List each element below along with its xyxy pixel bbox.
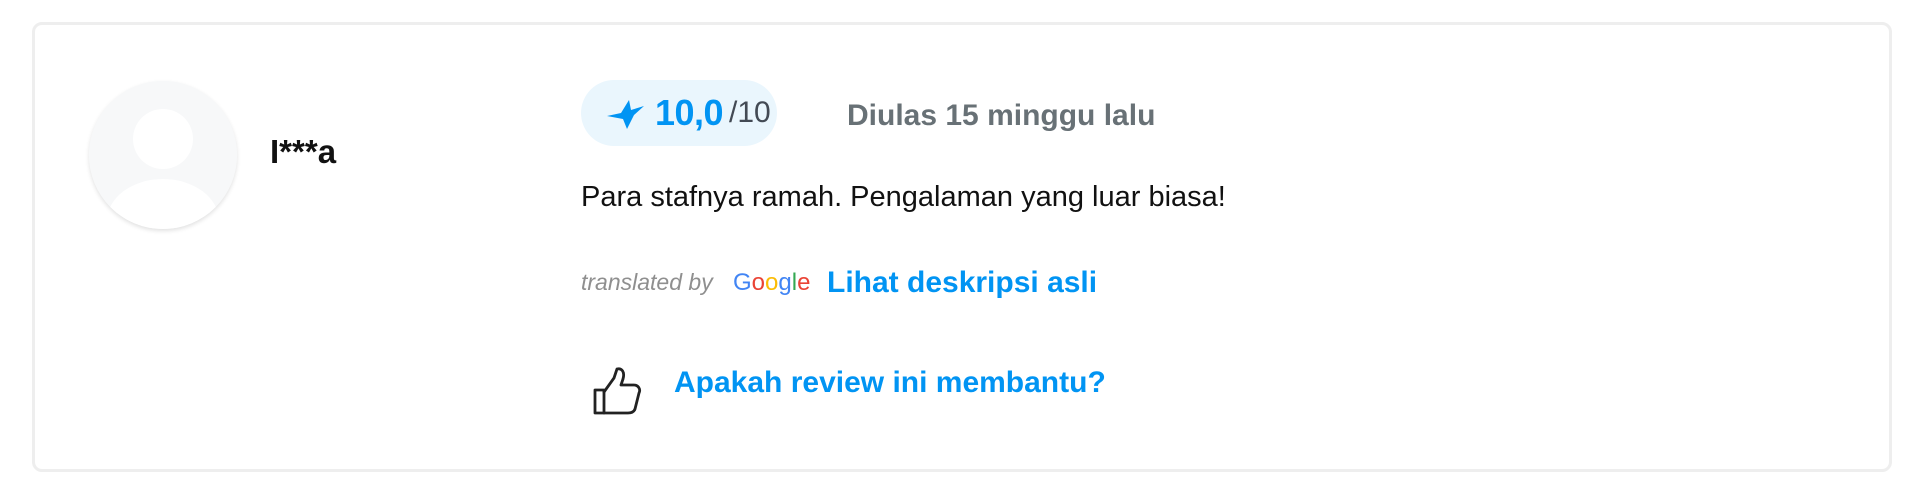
- thumbs-up-icon[interactable]: [591, 365, 643, 417]
- score-value: 10,0: [655, 92, 724, 133]
- google-logo-letter: g: [778, 269, 792, 296]
- google-logo: Google: [733, 269, 810, 297]
- view-original-link[interactable]: Lihat deskripsi asli: [827, 266, 1097, 300]
- google-logo-letter: e: [797, 269, 811, 296]
- avatar-placeholder-icon: [89, 81, 237, 229]
- google-logo-letter: o: [751, 269, 766, 296]
- review-text: Para stafnya ramah. Pengalaman yang luar…: [581, 181, 1226, 213]
- reviewer-name: I***a: [270, 133, 337, 170]
- translated-by-label: translated by: [581, 269, 713, 295]
- google-logo-letter: G: [733, 269, 752, 296]
- score-max: /10: [729, 96, 771, 129]
- review-card: I***a 10,0 /10 Diulas 15 minggu lalu Par…: [32, 22, 1892, 472]
- bird-logo-icon: [607, 100, 644, 129]
- score-badge: 10,0 /10: [581, 80, 777, 146]
- avatar: [89, 81, 237, 229]
- google-logo-letter: o: [765, 269, 779, 296]
- helpful-review-link[interactable]: Apakah review ini membantu?: [674, 366, 1106, 400]
- review-time: Diulas 15 minggu lalu: [847, 99, 1156, 132]
